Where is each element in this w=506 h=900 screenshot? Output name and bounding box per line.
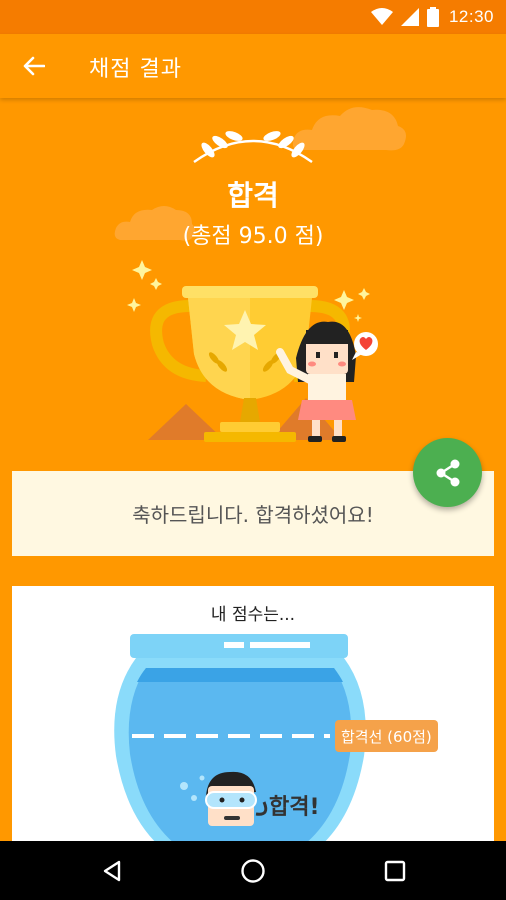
fishbowl-illustration xyxy=(114,634,366,846)
laurel-icon xyxy=(193,131,313,163)
result-score: (총점 95.0 점) xyxy=(182,224,324,249)
nav-home-button[interactable] xyxy=(233,851,273,891)
share-button[interactable] xyxy=(413,438,482,507)
status-icons xyxy=(370,7,439,27)
circle-home-icon xyxy=(241,859,265,883)
trophy-illustration xyxy=(127,260,378,442)
triangle-back-icon xyxy=(103,860,121,882)
back-button[interactable] xyxy=(14,46,54,86)
congrats-message: 축하드립니다. 합격하셨어요! xyxy=(132,503,374,527)
page-title: 채점 결과 xyxy=(89,57,182,82)
pass-line-label: 합격선 (60점) xyxy=(335,720,438,752)
nav-recents-button[interactable] xyxy=(375,851,415,891)
battery-icon xyxy=(426,7,439,27)
signal-icon xyxy=(400,8,419,26)
app-bar: 채점 결과 xyxy=(0,34,506,98)
square-recents-icon xyxy=(384,860,406,882)
nav-back-button[interactable] xyxy=(92,851,132,891)
status-time: 12:30 xyxy=(448,7,494,26)
share-icon xyxy=(436,459,459,486)
result-hero: 합격 (총점 95.0 점) xyxy=(0,98,506,470)
status-bar: 12:30 xyxy=(0,0,506,34)
system-nav-bar xyxy=(0,841,506,900)
result-badge: 합격! xyxy=(269,795,320,820)
arrow-left-icon xyxy=(23,56,45,76)
score-card: 내 점수는... 합격선 (60점) 합격! xyxy=(12,586,494,846)
result-title: 합격 xyxy=(227,179,279,212)
wifi-icon xyxy=(370,8,393,25)
